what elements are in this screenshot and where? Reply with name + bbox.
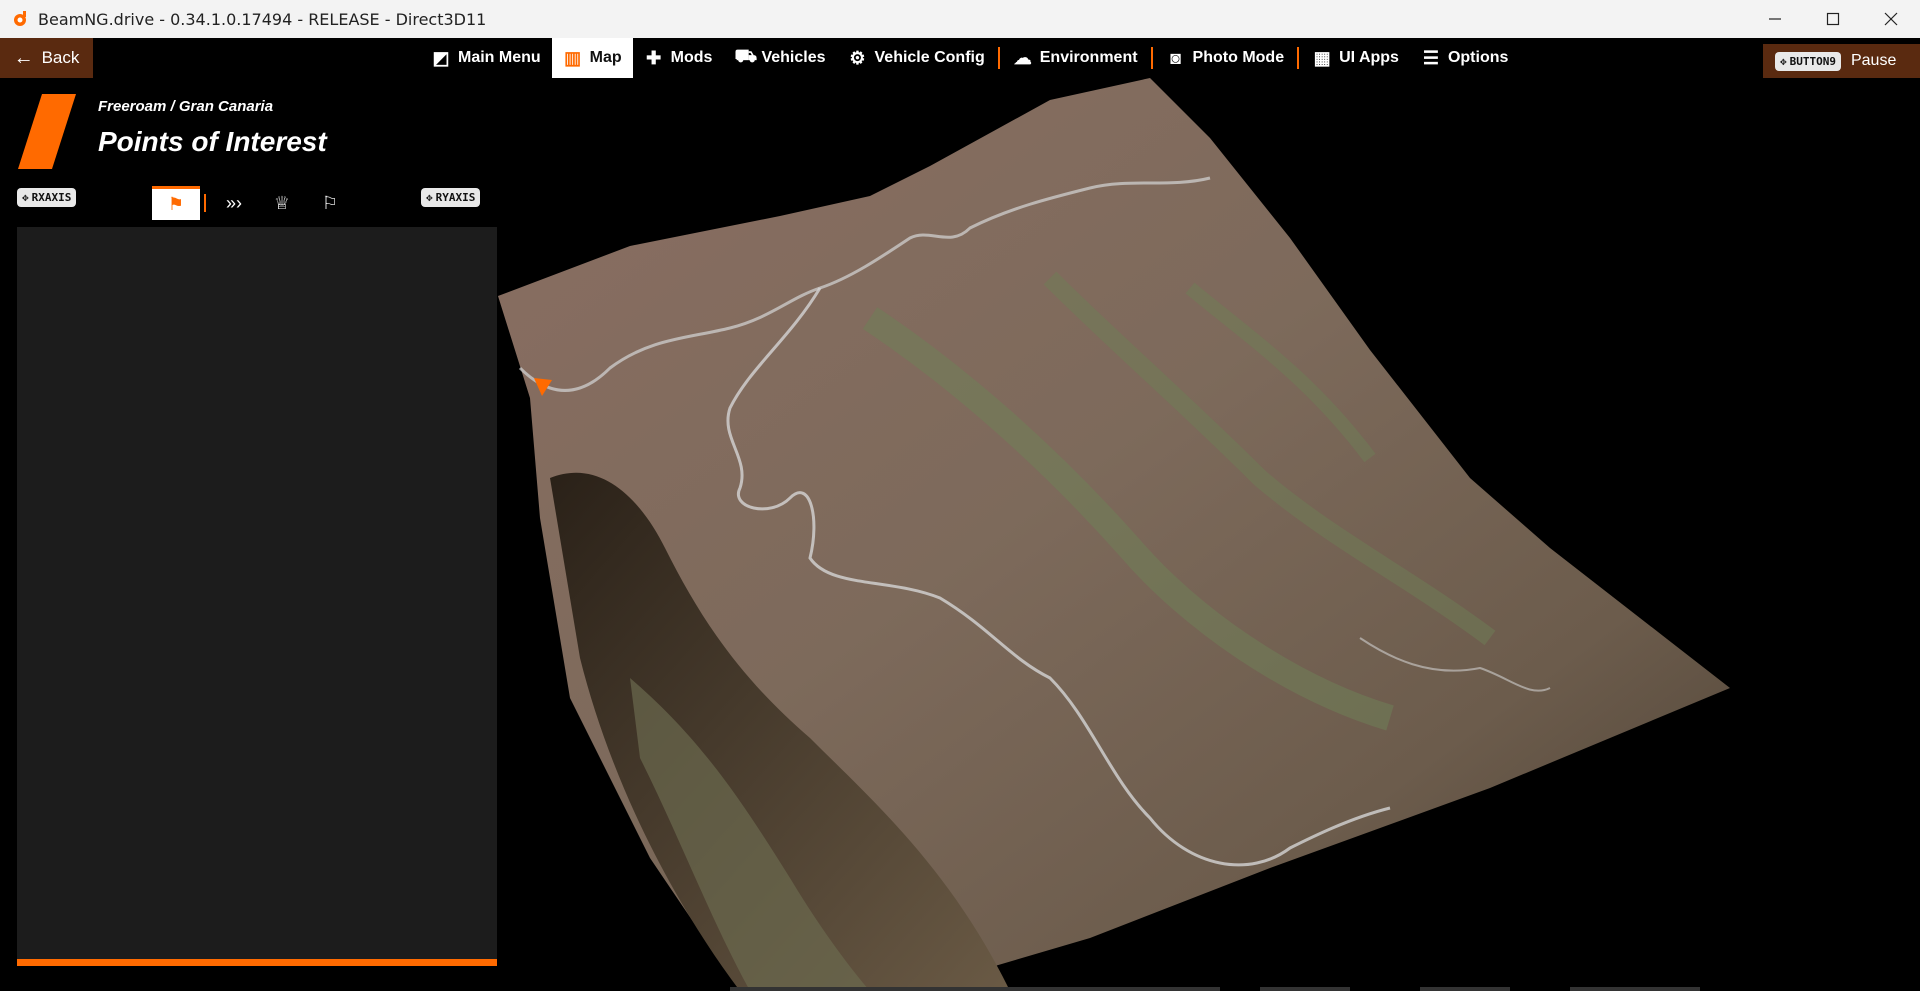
car-icon: ⛟ xyxy=(734,46,758,66)
pause-label: Pause xyxy=(1850,52,1897,69)
back-button[interactable]: ← Back xyxy=(0,38,93,78)
rxaxis-chip[interactable]: ✥ RXAXIS xyxy=(17,188,77,207)
menu-item-map[interactable]: ▥ Map xyxy=(551,38,633,78)
menu-item-label: Photo Mode xyxy=(1192,49,1285,66)
breadcrumb: Freeroam / Gran Canaria xyxy=(98,98,274,115)
menu-item-options[interactable]: ☰ Options xyxy=(1410,38,1519,78)
panel-accent-bar xyxy=(17,959,497,966)
poi-flag-icon: ⚑ xyxy=(167,194,185,214)
window-titlebar: BeamNG.drive - 0.34.1.0.17494 - RELEASE … xyxy=(0,0,1920,38)
pause-button[interactable]: ✥ BUTTON9 Pause xyxy=(1763,44,1920,78)
rxaxis-label: RXAXIS xyxy=(31,191,72,204)
menu-item-vehicles[interactable]: ⛟ Vehicles xyxy=(723,38,836,78)
menu-item-label: Mods xyxy=(670,49,713,66)
engine-icon: ⚙ xyxy=(849,47,866,68)
menu-item-label: Vehicles xyxy=(761,49,826,66)
gamepad-icon: ✥ xyxy=(22,191,29,204)
tab-challenges[interactable]: ♕ xyxy=(258,186,306,220)
menu-item-label: Main Menu xyxy=(458,49,541,66)
bottom-bar-fragment xyxy=(1260,987,1350,991)
menu-item-label: Options xyxy=(1447,49,1509,66)
camera-icon: ◙ xyxy=(1170,47,1181,68)
back-label: Back xyxy=(41,48,80,67)
weather-icon: ☁ xyxy=(1013,47,1032,68)
poi-tabs: ⚑ »› ♕ ⚐ xyxy=(152,186,354,220)
maximize-icon xyxy=(1826,12,1840,26)
ryaxis-label: RYAXIS xyxy=(435,191,476,204)
menu-item-main-menu[interactable]: ◩ Main Menu xyxy=(420,38,552,78)
gamepad-icon: ✥ xyxy=(426,191,433,204)
menu-item-photo-mode[interactable]: ◙ Photo Mode xyxy=(1155,38,1296,78)
map-icon: ▥ xyxy=(564,47,582,68)
ryaxis-chip[interactable]: ✥ RYAXIS xyxy=(421,188,481,207)
menu-separator xyxy=(1150,47,1153,69)
terrain-map-view[interactable] xyxy=(490,78,1750,991)
tab-routes[interactable]: »› xyxy=(210,186,258,220)
gamepad-chip-label: BUTTON9 xyxy=(1789,54,1836,68)
menu-item-environment[interactable]: ☁ Environment xyxy=(1002,38,1149,78)
sliders-icon: ☰ xyxy=(1422,47,1440,68)
add-flag-icon: ⚐ xyxy=(321,192,339,213)
arrow-left-icon: ← xyxy=(13,46,34,69)
bottom-bar-fragment xyxy=(1420,987,1510,991)
menu-item-label: Map xyxy=(589,49,622,66)
maximize-button[interactable] xyxy=(1804,0,1862,38)
close-button[interactable] xyxy=(1862,0,1920,38)
menu-item-label: UI Apps xyxy=(1339,49,1399,66)
close-icon xyxy=(1884,12,1898,26)
menu-item-label: Vehicle Config xyxy=(874,49,985,66)
tab-points-of-interest[interactable]: ⚑ xyxy=(152,186,200,220)
menu-separator xyxy=(1297,47,1300,69)
beamng-app-icon xyxy=(14,11,26,26)
ui-apps-icon: ▦ xyxy=(1313,47,1331,68)
trophy-icon: ♕ xyxy=(273,192,291,213)
menu-item-label: Environment xyxy=(1039,49,1138,66)
top-menu-bar: ← Back ◩ Main Menu ▥ Map ✚ Mods ⛟ Vehicl… xyxy=(0,38,1920,78)
bottom-bar-fragment xyxy=(1570,987,1700,991)
tab-custom-markers[interactable]: ⚐ xyxy=(306,186,354,220)
puzzle-icon: ✚ xyxy=(646,47,662,68)
gamepad-chip: ✥ BUTTON9 xyxy=(1775,51,1841,71)
menu-item-ui-apps[interactable]: ▦ UI Apps xyxy=(1301,38,1410,78)
menu-item-vehicle-config[interactable]: ⚙ Vehicle Config xyxy=(837,38,996,78)
minimize-icon xyxy=(1769,18,1781,20)
poi-list-panel[interactable] xyxy=(17,227,497,959)
tab-separator xyxy=(204,194,206,212)
gamepad-icon: ✥ xyxy=(1780,54,1787,68)
window-title: BeamNG.drive - 0.34.1.0.17494 - RELEASE … xyxy=(38,9,487,29)
menu-separator xyxy=(997,47,1000,69)
bottom-bar-fragment xyxy=(730,987,1220,991)
main-nav: ◩ Main Menu ▥ Map ✚ Mods ⛟ Vehicles ⚙ Ve… xyxy=(420,38,1519,78)
main-menu-icon: ◩ xyxy=(432,47,450,68)
page-title: Points of Interest xyxy=(98,126,327,157)
chevrons-icon: »› xyxy=(225,192,242,213)
menu-item-mods[interactable]: ✚ Mods xyxy=(633,38,724,78)
minimize-button[interactable] xyxy=(1746,0,1804,38)
header-accent-slash xyxy=(18,94,76,169)
